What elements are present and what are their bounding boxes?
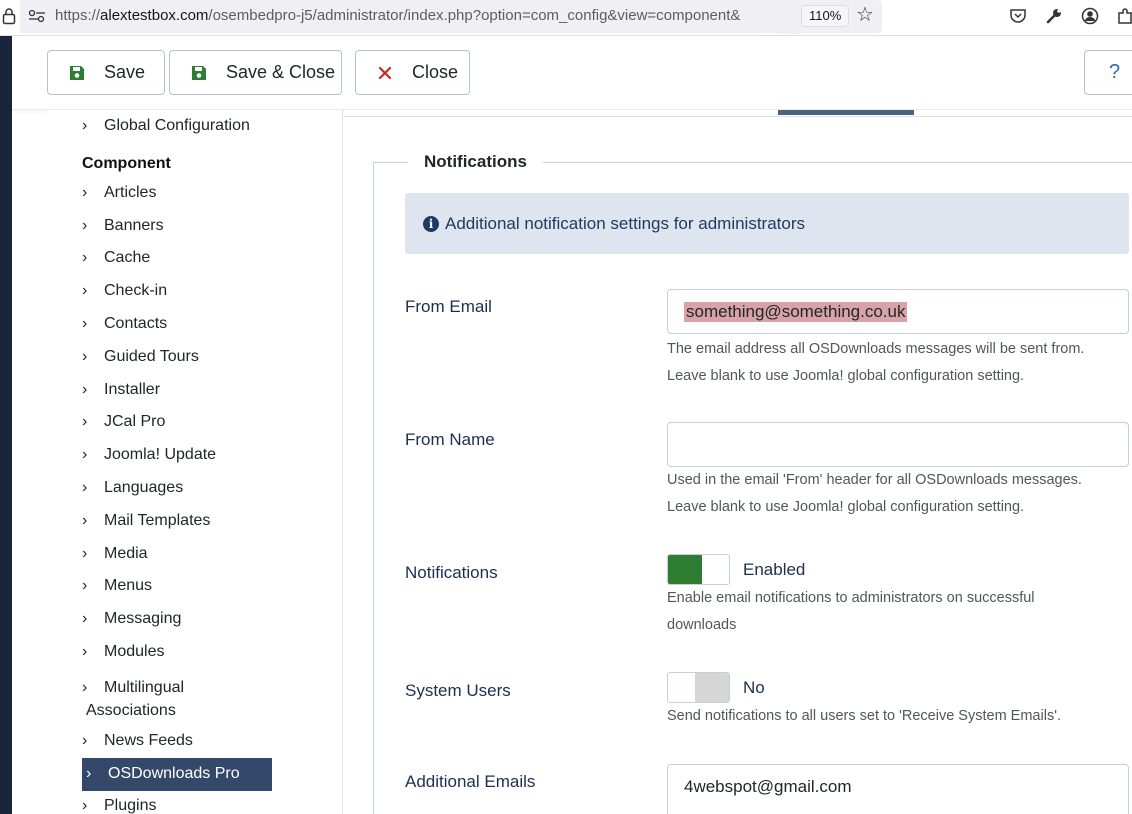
sidebar-item-news-feeds[interactable]: › News Feeds <box>82 732 193 750</box>
active-tab-indicator <box>778 110 914 115</box>
sidebar-item-cache[interactable]: › Cache <box>82 249 150 267</box>
chevron-right-icon: › <box>82 545 88 562</box>
chevron-right-icon: › <box>82 643 88 660</box>
save-close-button[interactable]: Save & Close <box>169 50 342 95</box>
chevron-right-icon: › <box>82 348 88 365</box>
chevron-right-icon: › <box>82 217 88 234</box>
sidebar-item-contacts[interactable]: › Contacts <box>82 315 167 333</box>
sidebar-item-plugins[interactable]: › Plugins <box>82 797 156 814</box>
system-users-state: No <box>743 678 765 697</box>
chevron-right-icon: › <box>82 315 88 332</box>
chevron-right-icon: › <box>82 679 88 696</box>
additional-emails-value: 4webspot@gmail.com <box>684 777 852 796</box>
toggle-knob <box>668 555 702 584</box>
chevron-right-icon: › <box>82 184 88 201</box>
floppy-disk-icon <box>192 65 206 80</box>
chevron-right-icon: › <box>82 479 88 496</box>
save-button-label: Save <box>104 62 146 82</box>
sidebar-item-menus[interactable]: › Menus <box>82 577 152 595</box>
chevron-right-icon: › <box>82 610 88 627</box>
bookmark-star-icon[interactable]: ☆ <box>856 5 874 25</box>
info-icon: i <box>423 215 439 232</box>
close-icon <box>378 66 392 79</box>
chevron-right-icon: › <box>82 732 88 749</box>
account-icon[interactable] <box>1081 7 1099 25</box>
system-users-label: System Users <box>405 681 511 700</box>
sidebar-item-installer[interactable]: › Installer <box>82 381 160 399</box>
permissions-icon[interactable] <box>28 9 46 23</box>
component-sidebar: › Global Configuration Component › Articl… <box>47 110 343 814</box>
chevron-right-icon: › <box>82 282 88 299</box>
chevron-right-icon: › <box>86 765 92 782</box>
additional-emails-textarea[interactable]: 4webspot@gmail.com <box>667 764 1129 814</box>
sidebar-item-joomla-update[interactable]: › Joomla! Update <box>82 446 216 464</box>
chevron-right-icon: › <box>82 797 88 814</box>
from-name-label: From Name <box>405 430 495 449</box>
save-button[interactable]: Save <box>47 50 165 95</box>
from-name-input[interactable] <box>667 422 1129 467</box>
wrench-icon[interactable] <box>1045 7 1063 25</box>
url-fade <box>760 0 800 34</box>
fieldset-legend: Notifications <box>408 152 543 172</box>
additional-emails-label: Additional Emails <box>405 772 536 791</box>
floppy-disk-icon <box>70 65 84 80</box>
sidebar-item-check-in[interactable]: › Check-in <box>82 282 167 300</box>
sidebar-item-articles[interactable]: › Articles <box>82 184 156 202</box>
pocket-icon[interactable] <box>1009 7 1027 25</box>
alert-text: Additional notification settings for adm… <box>445 213 806 233</box>
sidebar-item-modules[interactable]: › Modules <box>82 643 164 661</box>
lock-icon[interactable] <box>2 7 16 25</box>
extensions-icon[interactable] <box>1116 7 1132 25</box>
from-email-label: From Email <box>405 297 492 316</box>
system-users-toggle[interactable] <box>667 672 730 703</box>
from-email-description: The email address all OSDownloads messag… <box>667 341 1085 384</box>
info-alert: i Additional notification settings for a… <box>405 193 1129 254</box>
sidebar-item-media[interactable]: › Media <box>82 545 148 563</box>
chevron-right-icon: › <box>82 249 88 266</box>
url-text[interactable]: https://alextestbox.com/osembedpro-j5/ad… <box>55 7 795 24</box>
zoom-level-badge[interactable]: 110% <box>801 5 850 27</box>
sidebar-item-mail-templates[interactable]: › Mail Templates <box>82 512 210 530</box>
close-button[interactable]: Close <box>355 50 470 95</box>
browser-toolbar: https://alextestbox.com/osembedpro-j5/ad… <box>0 0 1132 36</box>
chevron-right-icon: › <box>82 381 88 398</box>
tab-divider <box>344 116 1132 117</box>
notifications-label: Notifications <box>405 563 498 582</box>
toggle-knob <box>695 673 729 702</box>
main-content: Notifications i Additional notification … <box>344 110 1132 814</box>
sidebar-item-banners[interactable]: › Banners <box>82 217 164 235</box>
sidebar-item-messaging[interactable]: › Messaging <box>82 610 181 628</box>
sidebar-item-guided-tours[interactable]: › Guided Tours <box>82 348 199 366</box>
sidebar-heading-component: Component <box>82 155 171 172</box>
from-name-description: Used in the email 'From' header for all … <box>667 472 1082 515</box>
sidebar-item-multilingual-associations[interactable]: › Multilingual Associations <box>82 676 184 722</box>
help-button[interactable]: ? <box>1084 50 1132 95</box>
sidebar-item-languages[interactable]: › Languages <box>82 479 183 497</box>
sidebar-item-osdownloads-pro[interactable]: › OSDownloads Pro <box>82 758 272 791</box>
chevron-right-icon: › <box>82 117 88 134</box>
notifications-state: Enabled <box>743 560 806 579</box>
chevron-right-icon: › <box>82 577 88 594</box>
system-users-description: Send notifications to all users set to '… <box>667 708 1061 724</box>
sidebar-item-global-configuration[interactable]: › Global Configuration <box>82 117 250 135</box>
chevron-right-icon: › <box>82 413 88 430</box>
notifications-toggle[interactable] <box>667 554 730 585</box>
chevron-right-icon: › <box>82 512 88 529</box>
sidebar-item-jcal-pro[interactable]: › JCal Pro <box>82 413 165 431</box>
chevron-right-icon: › <box>82 446 88 463</box>
save-close-button-label: Save & Close <box>226 62 336 82</box>
admin-left-edge <box>0 36 12 814</box>
from-email-value: something@something.co.uk <box>684 301 908 322</box>
notifications-description: Enable email notifications to administra… <box>667 590 1035 633</box>
component-toolbar: Save Save & Close Close ? <box>12 36 1132 110</box>
close-button-label: Close <box>412 62 459 82</box>
from-email-input[interactable]: something@something.co.uk <box>667 289 1129 334</box>
